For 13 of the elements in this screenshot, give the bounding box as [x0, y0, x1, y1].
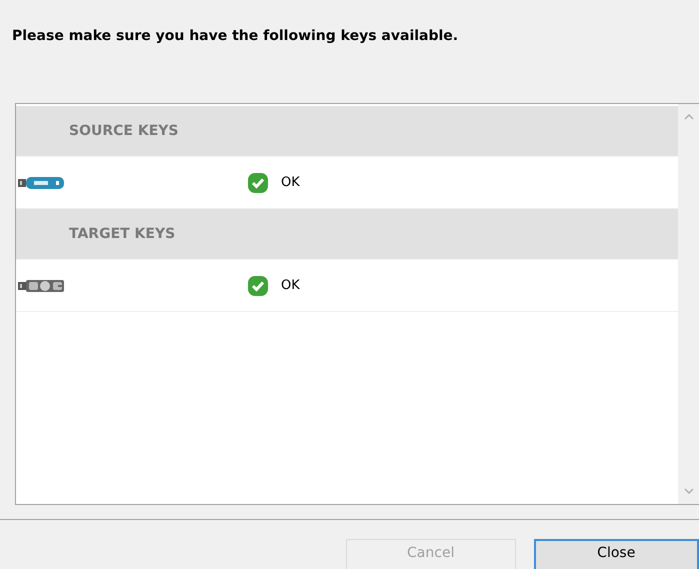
- instruction-text: Please make sure you have the following keys available.: [11, 27, 460, 46]
- dongle-icon: [18, 278, 66, 292]
- status-text: OK: [281, 278, 300, 293]
- usb-stick-icon: [18, 176, 66, 190]
- status-text: OK: [281, 175, 300, 190]
- scroll-up-icon[interactable]: [684, 114, 694, 120]
- close-button[interactable]: Close: [534, 539, 699, 569]
- section-header: SOURCE KEYS: [69, 123, 178, 139]
- check-icon: [247, 274, 269, 296]
- check-icon: [247, 172, 269, 194]
- scroll-down-icon[interactable]: [684, 488, 694, 494]
- scrollbar[interactable]: [678, 104, 699, 504]
- section-header: TARGET KEYS: [69, 226, 176, 242]
